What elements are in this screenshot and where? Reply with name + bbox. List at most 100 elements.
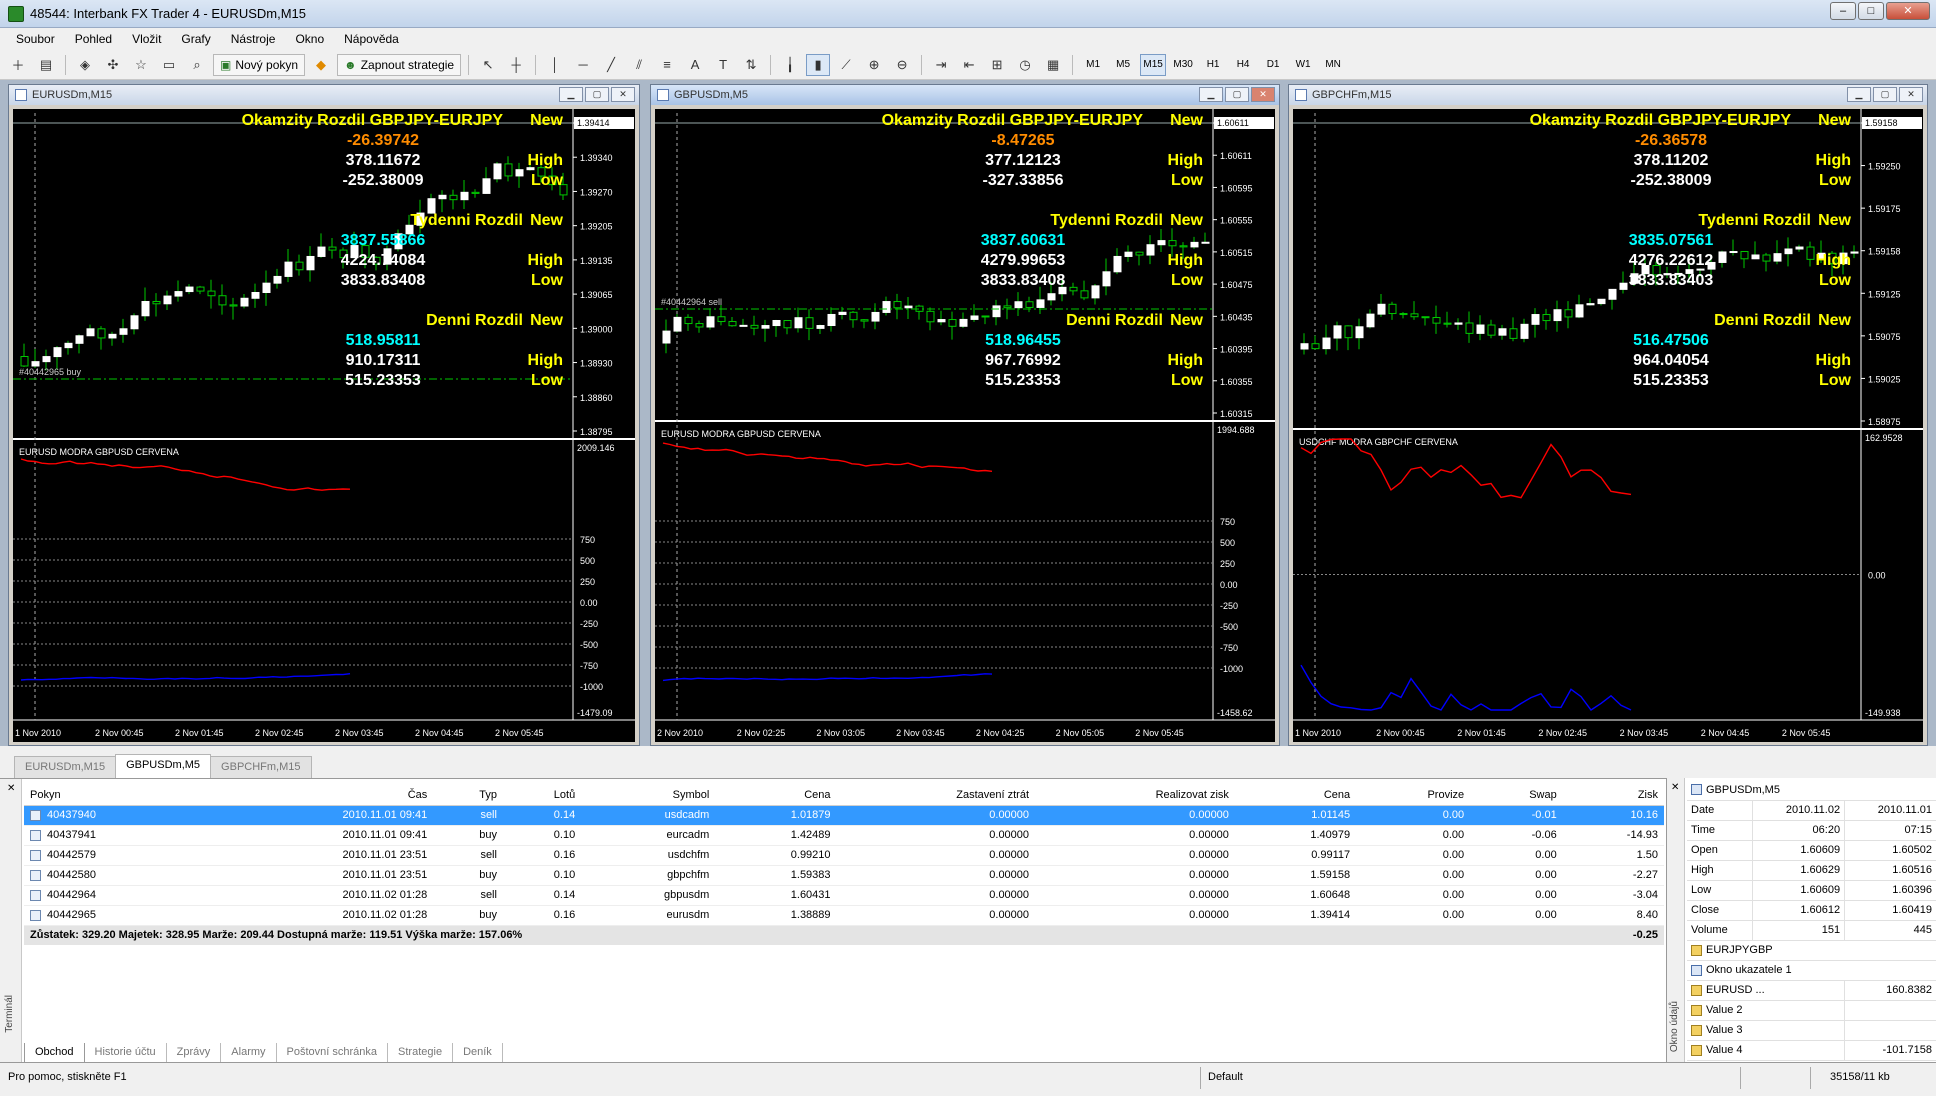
templates-icon[interactable]: ▦ (1041, 54, 1065, 76)
close-button[interactable]: ✕ (1886, 2, 1930, 20)
terminal-tab[interactable]: Strategie (388, 1043, 454, 1063)
candle-chart-icon[interactable]: ▮ (806, 53, 831, 76)
column-header[interactable]: Cena (1234, 785, 1357, 806)
timeframe-m15[interactable]: M15 (1140, 53, 1167, 76)
chart-canvas[interactable]: 1.593251.592501.591751.591581.591251.590… (1293, 109, 1923, 742)
vertical-line-icon[interactable]: │ (543, 54, 567, 76)
column-header[interactable]: Swap (1470, 785, 1563, 806)
chart-close-button[interactable]: ✕ (1899, 87, 1923, 102)
chart-canvas[interactable]: 1.606351.606111.605951.605551.605151.604… (655, 109, 1275, 742)
table-row[interactable]: 40442965 2010.11.02 01:28 buy 0.16 eurusdm 1.… (24, 905, 1664, 926)
new-chart-icon[interactable]: ＋ (6, 54, 30, 76)
terminal-icon[interactable]: ▭ (157, 54, 181, 76)
data-window-icon[interactable]: ☆ (129, 54, 153, 76)
column-header[interactable]: Realizovat zisk (1035, 785, 1235, 806)
menu-nastroje[interactable]: Nástroje (221, 28, 286, 50)
arrows-icon[interactable]: ⇅ (739, 54, 763, 76)
bar-chart-icon[interactable]: ╽ (778, 54, 802, 76)
close-icon[interactable]: ✕ (1671, 782, 1679, 793)
trendline-icon[interactable]: ╱ (599, 54, 623, 76)
terminal-tab[interactable]: Deník (453, 1043, 503, 1063)
column-header[interactable]: Zisk (1562, 785, 1664, 806)
timeframe-m5[interactable]: M5 (1110, 54, 1136, 76)
column-header[interactable]: Lotů (502, 785, 582, 806)
menu-napoveda[interactable]: Nápověda (334, 28, 409, 50)
timeframe-h4[interactable]: H4 (1230, 54, 1256, 76)
column-header[interactable]: Cena (715, 785, 837, 806)
column-header[interactable]: Provize (1356, 785, 1471, 806)
chart-window-title[interactable]: GBPCHFm,M15 ▁ ▢ ✕ (1289, 85, 1927, 105)
market-watch-icon[interactable]: ◈ (73, 54, 97, 76)
menu-pohled[interactable]: Pohled (65, 28, 122, 50)
channel-icon[interactable]: ⫽ (627, 54, 651, 76)
column-header[interactable]: Pokyn (24, 785, 207, 806)
menu-grafy[interactable]: Grafy (171, 28, 220, 50)
column-header[interactable]: Zastavení ztrát (836, 785, 1036, 806)
maximize-button[interactable]: □ (1858, 2, 1884, 20)
tester-icon[interactable]: ⌕ (185, 54, 209, 76)
crosshair-icon[interactable]: ┼ (504, 54, 528, 76)
chart-minimize-button[interactable]: ▁ (1199, 87, 1223, 102)
chart-window-gbpchf[interactable]: GBPCHFm,M15 ▁▢✕ 1.593251.592501.591751.5… (1288, 84, 1928, 746)
price-chart-svg[interactable]: 1.593251.592501.591751.591581.591251.590… (1293, 109, 1923, 742)
fibonacci-icon[interactable]: ≡ (655, 54, 679, 76)
chart-close-button[interactable]: ✕ (611, 87, 635, 102)
chart-close-button[interactable]: ✕ (1251, 87, 1275, 102)
terminal-tab[interactable]: Historie účtu (85, 1043, 167, 1063)
cursor-icon[interactable]: ↖ (476, 54, 500, 76)
chart-window-eurusd[interactable]: EURUSDm,M15 ▁▢✕ 1.394141.393401.392701.3… (8, 84, 640, 746)
horizontal-line-icon[interactable]: ─ (571, 54, 595, 76)
table-row[interactable]: 40437940 2010.11.01 09:41 sell 0.14 usdcadm 1… (24, 805, 1664, 826)
menu-okno[interactable]: Okno (285, 28, 334, 50)
table-row[interactable]: 40442964 2010.11.02 01:28 sell 0.14 gbpusdm 1… (24, 885, 1664, 906)
enable-strategies-button[interactable]: ☻ Zapnout strategie (337, 53, 462, 76)
chart-tab-gbpchf[interactable]: GBPCHFm,M15 (210, 756, 312, 778)
chart-maximize-button[interactable]: ▢ (585, 87, 609, 102)
new-order-button[interactable]: ▣ Nový pokyn (213, 53, 306, 76)
chart-window-title[interactable]: EURUSDm,M15 ▁ ▢ ✕ (9, 85, 639, 105)
timeframe-w1[interactable]: W1 (1290, 54, 1316, 76)
periods-icon[interactable]: ◷ (1013, 54, 1037, 76)
terminal-tab[interactable]: Zprávy (167, 1043, 222, 1063)
line-chart-icon[interactable]: ⟋ (834, 54, 858, 76)
close-icon[interactable]: ✕ (7, 783, 15, 794)
column-header[interactable]: Symbol (581, 785, 716, 806)
menu-vlozit[interactable]: Vložit (122, 28, 171, 50)
chart-window-title[interactable]: GBPUSDm,M5 ▁ ▢ ✕ (651, 85, 1279, 105)
timeframe-h1[interactable]: H1 (1200, 54, 1226, 76)
zoom-out-icon[interactable]: ⊖ (890, 54, 914, 76)
price-chart-svg[interactable]: 1.39414 1.39340 1.39270 1.39205 1.39135 1.390… (13, 109, 635, 742)
chart-canvas[interactable]: 1.39414 1.39340 1.39270 1.39205 1.39135 1.390… (13, 109, 635, 742)
chart-maximize-button[interactable]: ▢ (1225, 87, 1249, 102)
zoom-in-icon[interactable]: ⊕ (862, 54, 886, 76)
profiles-icon[interactable]: ▤ (34, 54, 58, 76)
chart-tab-eurusd[interactable]: EURUSDm,M15 (14, 756, 117, 778)
chart-minimize-button[interactable]: ▁ (559, 87, 583, 102)
indicators-icon[interactable]: ⊞ (985, 54, 1009, 76)
chart-tab-gbpusd[interactable]: GBPUSDm,M5 (115, 754, 212, 778)
price-chart-svg[interactable]: 1.606351.606111.605951.605551.605151.604… (655, 109, 1275, 742)
auto-scroll-icon[interactable]: ⇥ (929, 54, 953, 76)
timeframe-m1[interactable]: M1 (1080, 54, 1106, 76)
chart-minimize-button[interactable]: ▁ (1847, 87, 1871, 102)
terminal-tab[interactable]: Alarmy (221, 1043, 277, 1063)
metaeditor-icon[interactable]: ◆ (309, 54, 333, 76)
table-row[interactable]: 40437941 2010.11.01 09:41 buy 0.10 eurcadm 1.… (24, 825, 1664, 846)
menu-soubor[interactable]: Soubor (6, 28, 65, 50)
column-header[interactable]: Typ (433, 785, 503, 806)
minimize-button[interactable]: – (1830, 2, 1856, 20)
timeframe-m30[interactable]: M30 (1170, 54, 1196, 76)
text-label-icon[interactable]: T (711, 54, 735, 76)
table-row[interactable]: 40442580 2010.11.01 23:51 buy 0.10 gbpchfm 1.… (24, 865, 1664, 886)
timeframe-d1[interactable]: D1 (1260, 54, 1286, 76)
table-row[interactable]: 40442579 2010.11.01 23:51 sell 0.16 usdchfm 0… (24, 845, 1664, 866)
navigator-icon[interactable]: ✣ (101, 54, 125, 76)
chart-window-gbpusd[interactable]: GBPUSDm,M5 ▁▢✕ 1.606351.606111.605951.60… (650, 84, 1280, 746)
chart-shift-icon[interactable]: ⇤ (957, 54, 981, 76)
column-header[interactable]: Čas (206, 785, 434, 806)
timeframe-mn[interactable]: MN (1320, 54, 1346, 76)
terminal-tab[interactable]: Poštovní schránka (277, 1043, 389, 1063)
chart-maximize-button[interactable]: ▢ (1873, 87, 1897, 102)
text-icon[interactable]: A (683, 54, 707, 76)
terminal-tab[interactable]: Obchod (24, 1043, 85, 1063)
